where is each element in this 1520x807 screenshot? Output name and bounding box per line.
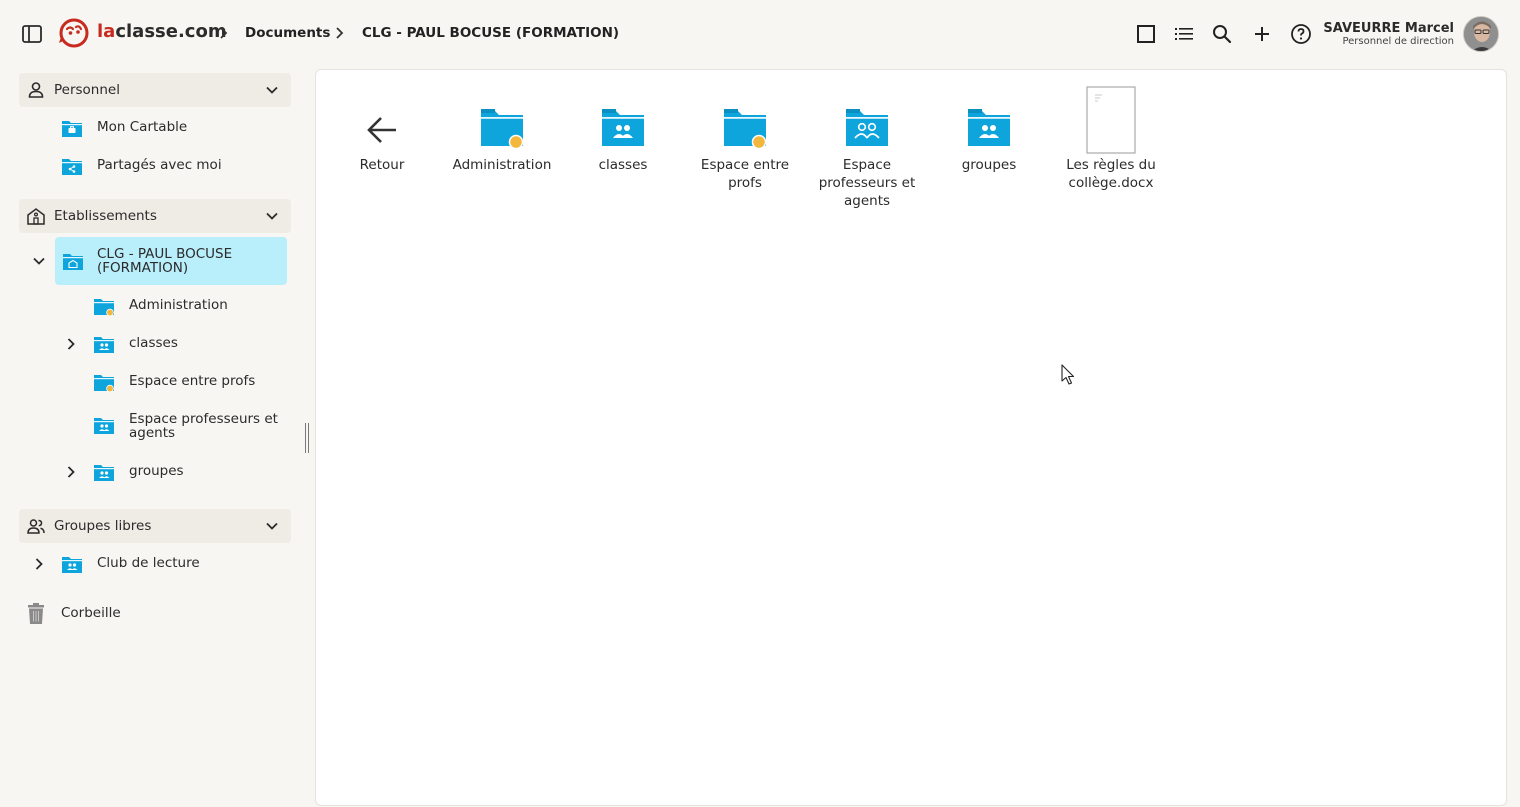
- section-personnel-label: Personnel: [54, 82, 120, 98]
- sidebar-item-classes[interactable]: classes: [87, 328, 287, 360]
- tile-espace-entre-profs[interactable]: Espace entre profs: [690, 80, 800, 192]
- sidebar-item-espace-entre-profs[interactable]: Espace entre profs: [87, 366, 287, 398]
- tile-espace-professeurs[interactable]: Espace professeurs et agents: [812, 80, 922, 210]
- avatar[interactable]: [1463, 16, 1499, 52]
- sidebar-item-label: groupes: [129, 463, 184, 479]
- sidebar-item-club-de-lecture[interactable]: Club de lecture: [55, 548, 285, 580]
- add-icon[interactable]: [1250, 22, 1274, 46]
- tile-label: Administration: [452, 157, 552, 173]
- laclasse-logo[interactable]: [58, 17, 90, 49]
- group-folder-icon: [94, 337, 114, 353]
- person-icon: [28, 82, 44, 98]
- folder-dot-icon: [94, 299, 114, 316]
- chevron-down-icon[interactable]: [265, 209, 279, 223]
- folder-dot-icon: [724, 109, 767, 150]
- chevron-down-icon[interactable]: [265, 83, 279, 97]
- search-icon[interactable]: [1210, 22, 1234, 46]
- tile-groupes[interactable]: groupes: [934, 80, 1044, 174]
- chevron-right-icon[interactable]: [64, 337, 78, 351]
- user-name[interactable]: SAVEURRE Marcel: [1323, 21, 1454, 36]
- sidebar-item-corbeille[interactable]: Corbeille: [19, 598, 219, 630]
- help-icon[interactable]: [1289, 22, 1313, 46]
- sidebar-item-label: Mon Cartable: [97, 119, 188, 135]
- tile-label: classes: [598, 157, 648, 173]
- section-personnel[interactable]: Personnel: [19, 73, 291, 107]
- sidebar-item-label: Administration: [129, 297, 228, 313]
- sidebar-item-groupes[interactable]: groupes: [87, 456, 287, 488]
- chevron-right-icon: [220, 27, 228, 39]
- school-folder-icon: [63, 254, 83, 270]
- sidebar-item-label: classes: [129, 335, 178, 351]
- people-icon: [27, 519, 45, 534]
- grid-view-icon[interactable]: [1134, 22, 1158, 46]
- sidebar-item-label: CLG - PAUL BOCUSE (FORMATION): [97, 246, 233, 276]
- chevron-right-icon[interactable]: [32, 557, 46, 571]
- tile-classes[interactable]: classes: [568, 80, 678, 174]
- chevron-down-icon[interactable]: [265, 519, 279, 533]
- tile-document[interactable]: Les règles du collège.docx: [1056, 80, 1166, 192]
- tile-back[interactable]: Retour: [327, 80, 437, 174]
- sidebar-item-administration[interactable]: Administration: [87, 290, 287, 322]
- sidebar-item-label: Club de lecture: [97, 555, 200, 571]
- sidebar-item-partages[interactable]: Partagés avec moi: [55, 150, 285, 182]
- briefcase-folder-icon: [62, 121, 82, 137]
- tile-label: Espace professeurs et agents: [818, 157, 916, 209]
- section-groupes-libres[interactable]: Groupes libres: [19, 509, 291, 543]
- sidebar-item-espace-professeurs[interactable]: Espace professeurs et agents: [87, 404, 287, 448]
- file-browser-panel: Retour Administration classes Espace ent…: [315, 69, 1507, 806]
- brand-name[interactable]: laclasse.com: [97, 21, 227, 42]
- chevron-right-icon: [336, 27, 344, 39]
- trash-icon: [28, 603, 44, 624]
- group-folder-icon: [846, 109, 888, 146]
- user-role: Personnel de direction: [1342, 36, 1454, 47]
- chevron-down-icon[interactable]: [32, 254, 46, 268]
- top-bar: laclasse.com Documents CLG - PAUL BOCUSE…: [0, 0, 1520, 66]
- group-folder-icon: [94, 465, 114, 481]
- sidebar-item-label: Espace entre profs: [129, 373, 256, 389]
- sidebar-resize-handle[interactable]: [304, 423, 310, 453]
- sidebar-toggle-icon[interactable]: [21, 23, 43, 45]
- list-view-icon[interactable]: [1172, 22, 1196, 46]
- sidebar-item-label: Corbeille: [61, 605, 121, 621]
- sidebar-item-mon-cartable[interactable]: Mon Cartable: [55, 112, 285, 144]
- section-groupes-libres-label: Groupes libres: [54, 518, 152, 534]
- sidebar-item-school[interactable]: CLG - PAUL BOCUSE (FORMATION): [55, 237, 287, 285]
- document-icon: [1086, 86, 1136, 154]
- sidebar-item-label: Espace professeurs et agents: [129, 411, 278, 441]
- breadcrumb-documents[interactable]: Documents: [245, 25, 330, 41]
- tile-label: Espace entre profs: [700, 157, 790, 191]
- sidebar-item-label: Partagés avec moi: [97, 157, 222, 173]
- tile-administration[interactable]: Administration: [447, 80, 557, 174]
- breadcrumb-school[interactable]: CLG - PAUL BOCUSE (FORMATION): [362, 25, 619, 41]
- tile-label: Retour: [359, 157, 405, 173]
- tile-label: groupes: [961, 157, 1017, 173]
- group-folder-icon: [94, 418, 114, 434]
- group-folder-icon: [968, 109, 1010, 146]
- folder-dot-icon: [94, 375, 114, 392]
- group-folder-icon: [602, 109, 644, 146]
- section-etablissements-label: Etablissements: [54, 208, 157, 224]
- group-folder-icon: [62, 557, 82, 573]
- shared-folder-icon: [62, 159, 82, 175]
- back-arrow-icon: [367, 117, 396, 143]
- section-etablissements[interactable]: Etablissements: [19, 199, 291, 233]
- tile-label: Les règles du collège.docx: [1066, 157, 1156, 191]
- folder-dot-icon: [481, 109, 524, 150]
- mouse-cursor-icon: [1061, 364, 1075, 385]
- school-icon: [27, 208, 45, 225]
- chevron-right-icon[interactable]: [64, 465, 78, 479]
